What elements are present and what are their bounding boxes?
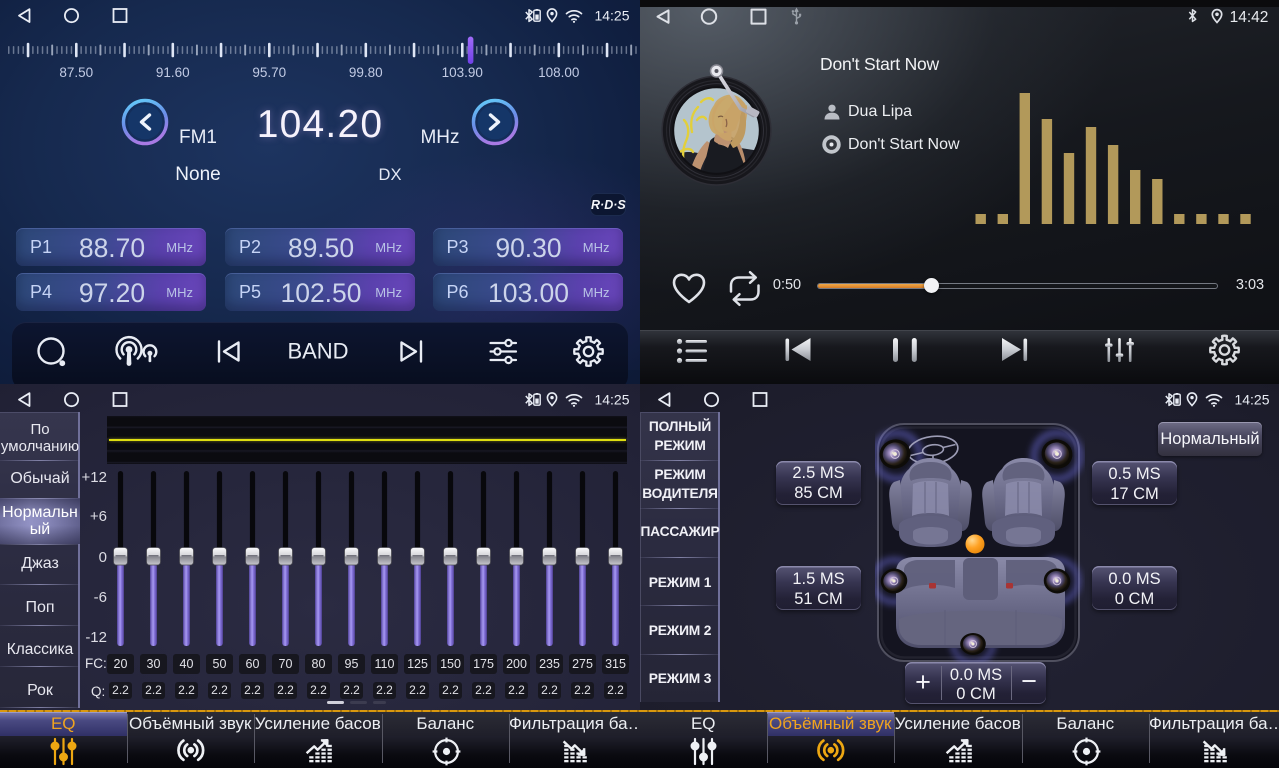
svg-text:108.00: 108.00 — [538, 65, 579, 80]
svg-text:14:42: 14:42 — [1230, 9, 1269, 26]
svg-text:99.80: 99.80 — [349, 65, 383, 80]
svg-text:87.50: 87.50 — [59, 65, 93, 80]
svg-text:95.70: 95.70 — [252, 65, 286, 80]
svg-text:103.90: 103.90 — [442, 65, 483, 80]
svg-text:91.60: 91.60 — [156, 65, 190, 80]
svg-text:14:25: 14:25 — [1234, 391, 1269, 407]
svg-text:BAND: BAND — [287, 339, 348, 364]
